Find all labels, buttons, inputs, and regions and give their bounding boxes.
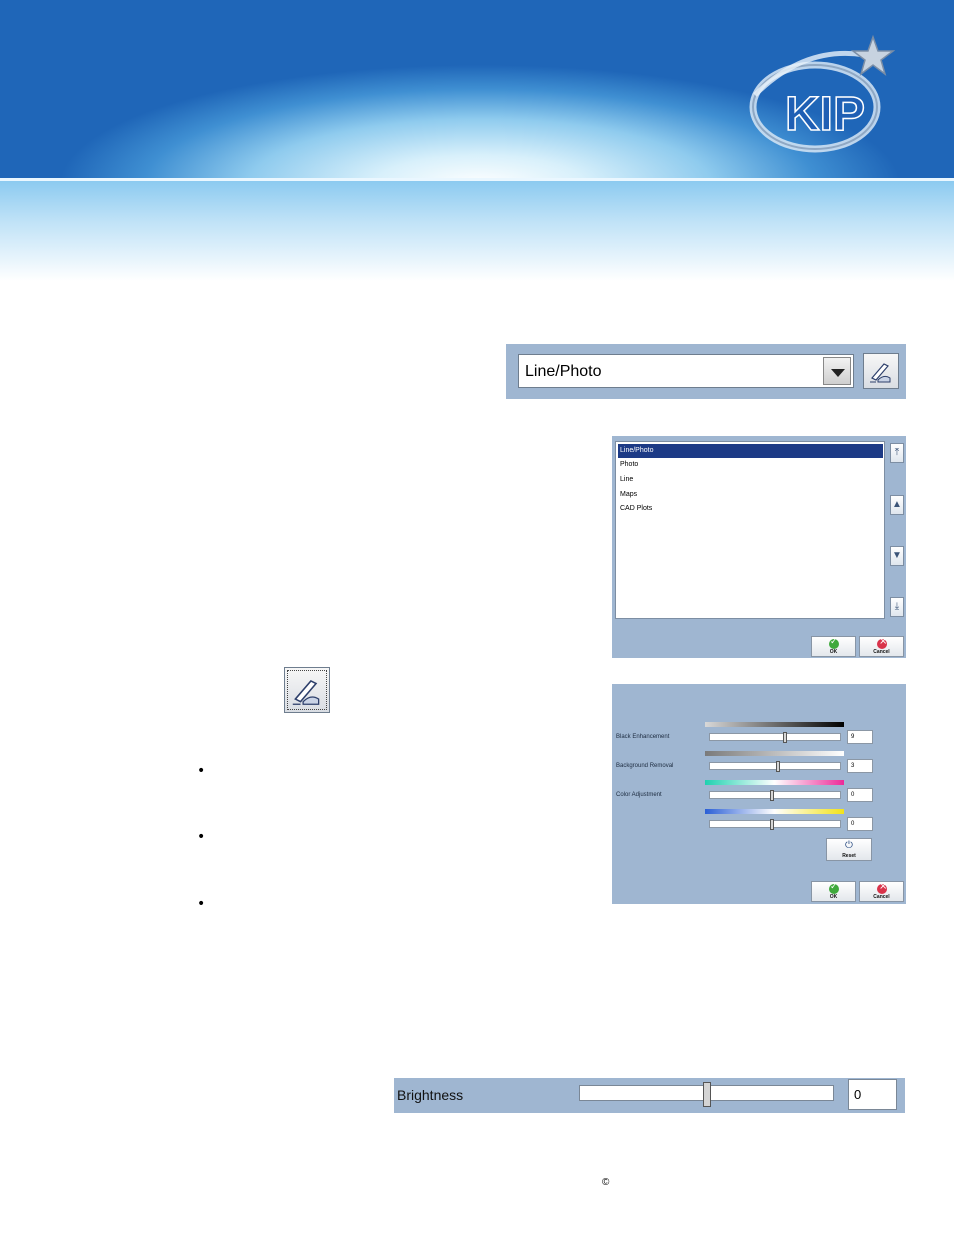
cancel-button[interactable]: Cancel (859, 881, 904, 902)
reset-button[interactable]: ⏻ Reset (826, 838, 872, 861)
edit-settings-icon-example (284, 667, 330, 713)
brightness-slider[interactable] (579, 1082, 834, 1107)
banner-fade (0, 181, 954, 281)
slider-thumb[interactable] (783, 732, 787, 743)
slider-thumb[interactable] (770, 790, 774, 801)
scroll-bottom-button[interactable]: ⤓ (890, 597, 904, 617)
blue-yellow-slider[interactable] (709, 819, 841, 830)
color-adjustment-slider[interactable] (709, 790, 841, 801)
adjustment-panel: Black Enhancement 9 Background Removal 3… (612, 684, 906, 904)
chevron-down-icon[interactable] (823, 357, 851, 385)
reset-label: Reset (842, 853, 856, 859)
edit-settings-button[interactable] (863, 353, 899, 389)
adj-label: Color Adjustment (616, 792, 662, 798)
mode-list-panel: Line/Photo Photo Line Maps CAD Plots ⤒ ▲… (612, 436, 906, 658)
slider-thumb[interactable] (770, 819, 774, 830)
background-gradient (705, 751, 844, 756)
color-adjustment-value[interactable]: 0 (847, 788, 873, 802)
scroll-top-button[interactable]: ⤒ (890, 443, 904, 463)
image-mode-dropdown[interactable]: Line/Photo (518, 354, 854, 388)
power-reset-icon: ⏻ (845, 840, 853, 851)
brightness-panel: Brightness 0 (394, 1078, 905, 1113)
ok-label: OK (829, 649, 838, 655)
bullet: • (197, 829, 206, 845)
scroll-up-button[interactable]: ▲ (890, 495, 904, 515)
mode-listbox[interactable]: Line/Photo Photo Line Maps CAD Plots (615, 441, 885, 619)
background-removal-slider[interactable] (709, 761, 841, 772)
brightness-label: Brightness (397, 1087, 464, 1103)
list-item[interactable]: Line/Photo (618, 444, 883, 458)
close-icon (877, 636, 887, 649)
image-mode-panel: Line/Photo (506, 344, 906, 399)
cancel-label: Cancel (873, 894, 890, 900)
adj-label: Black Enhancement (616, 734, 670, 740)
bullet: • (197, 763, 206, 779)
bullet: • (197, 896, 206, 912)
blue-yellow-gradient (705, 809, 844, 814)
cancel-label: Cancel (873, 649, 890, 655)
blue-yellow-value[interactable]: 0 (847, 817, 873, 831)
list-item[interactable]: Line (618, 473, 883, 487)
slider-thumb[interactable] (776, 761, 780, 772)
slider-thumb[interactable] (703, 1082, 711, 1107)
list-item[interactable]: Photo (618, 458, 883, 472)
cyan-magenta-gradient (705, 780, 844, 785)
ok-button[interactable]: OK (811, 881, 856, 902)
black-enhancement-slider[interactable] (709, 732, 841, 743)
check-icon (829, 882, 839, 894)
cancel-button[interactable]: Cancel (859, 636, 904, 657)
black-gradient (705, 722, 844, 727)
scroll-down-button[interactable]: ▼ (890, 546, 904, 566)
list-item[interactable]: CAD Plots (618, 502, 883, 516)
adj-label: Background Removal (616, 763, 674, 769)
list-item[interactable]: Maps (618, 488, 883, 502)
check-icon (829, 637, 839, 649)
close-icon (877, 881, 887, 894)
black-enhancement-value[interactable]: 9 (847, 730, 873, 744)
ok-button[interactable]: OK (811, 636, 856, 657)
brightness-value[interactable]: 0 (848, 1079, 897, 1110)
background-removal-value[interactable]: 3 (847, 759, 873, 773)
image-mode-selected: Line/Photo (525, 363, 602, 380)
copyright-symbol: © (602, 1177, 610, 1188)
svg-text:KIP: KIP (785, 88, 865, 141)
ok-label: OK (829, 894, 838, 900)
kip-logo: KIP (749, 35, 895, 153)
pen-hand-icon (870, 363, 891, 383)
pen-hand-icon (292, 679, 320, 705)
